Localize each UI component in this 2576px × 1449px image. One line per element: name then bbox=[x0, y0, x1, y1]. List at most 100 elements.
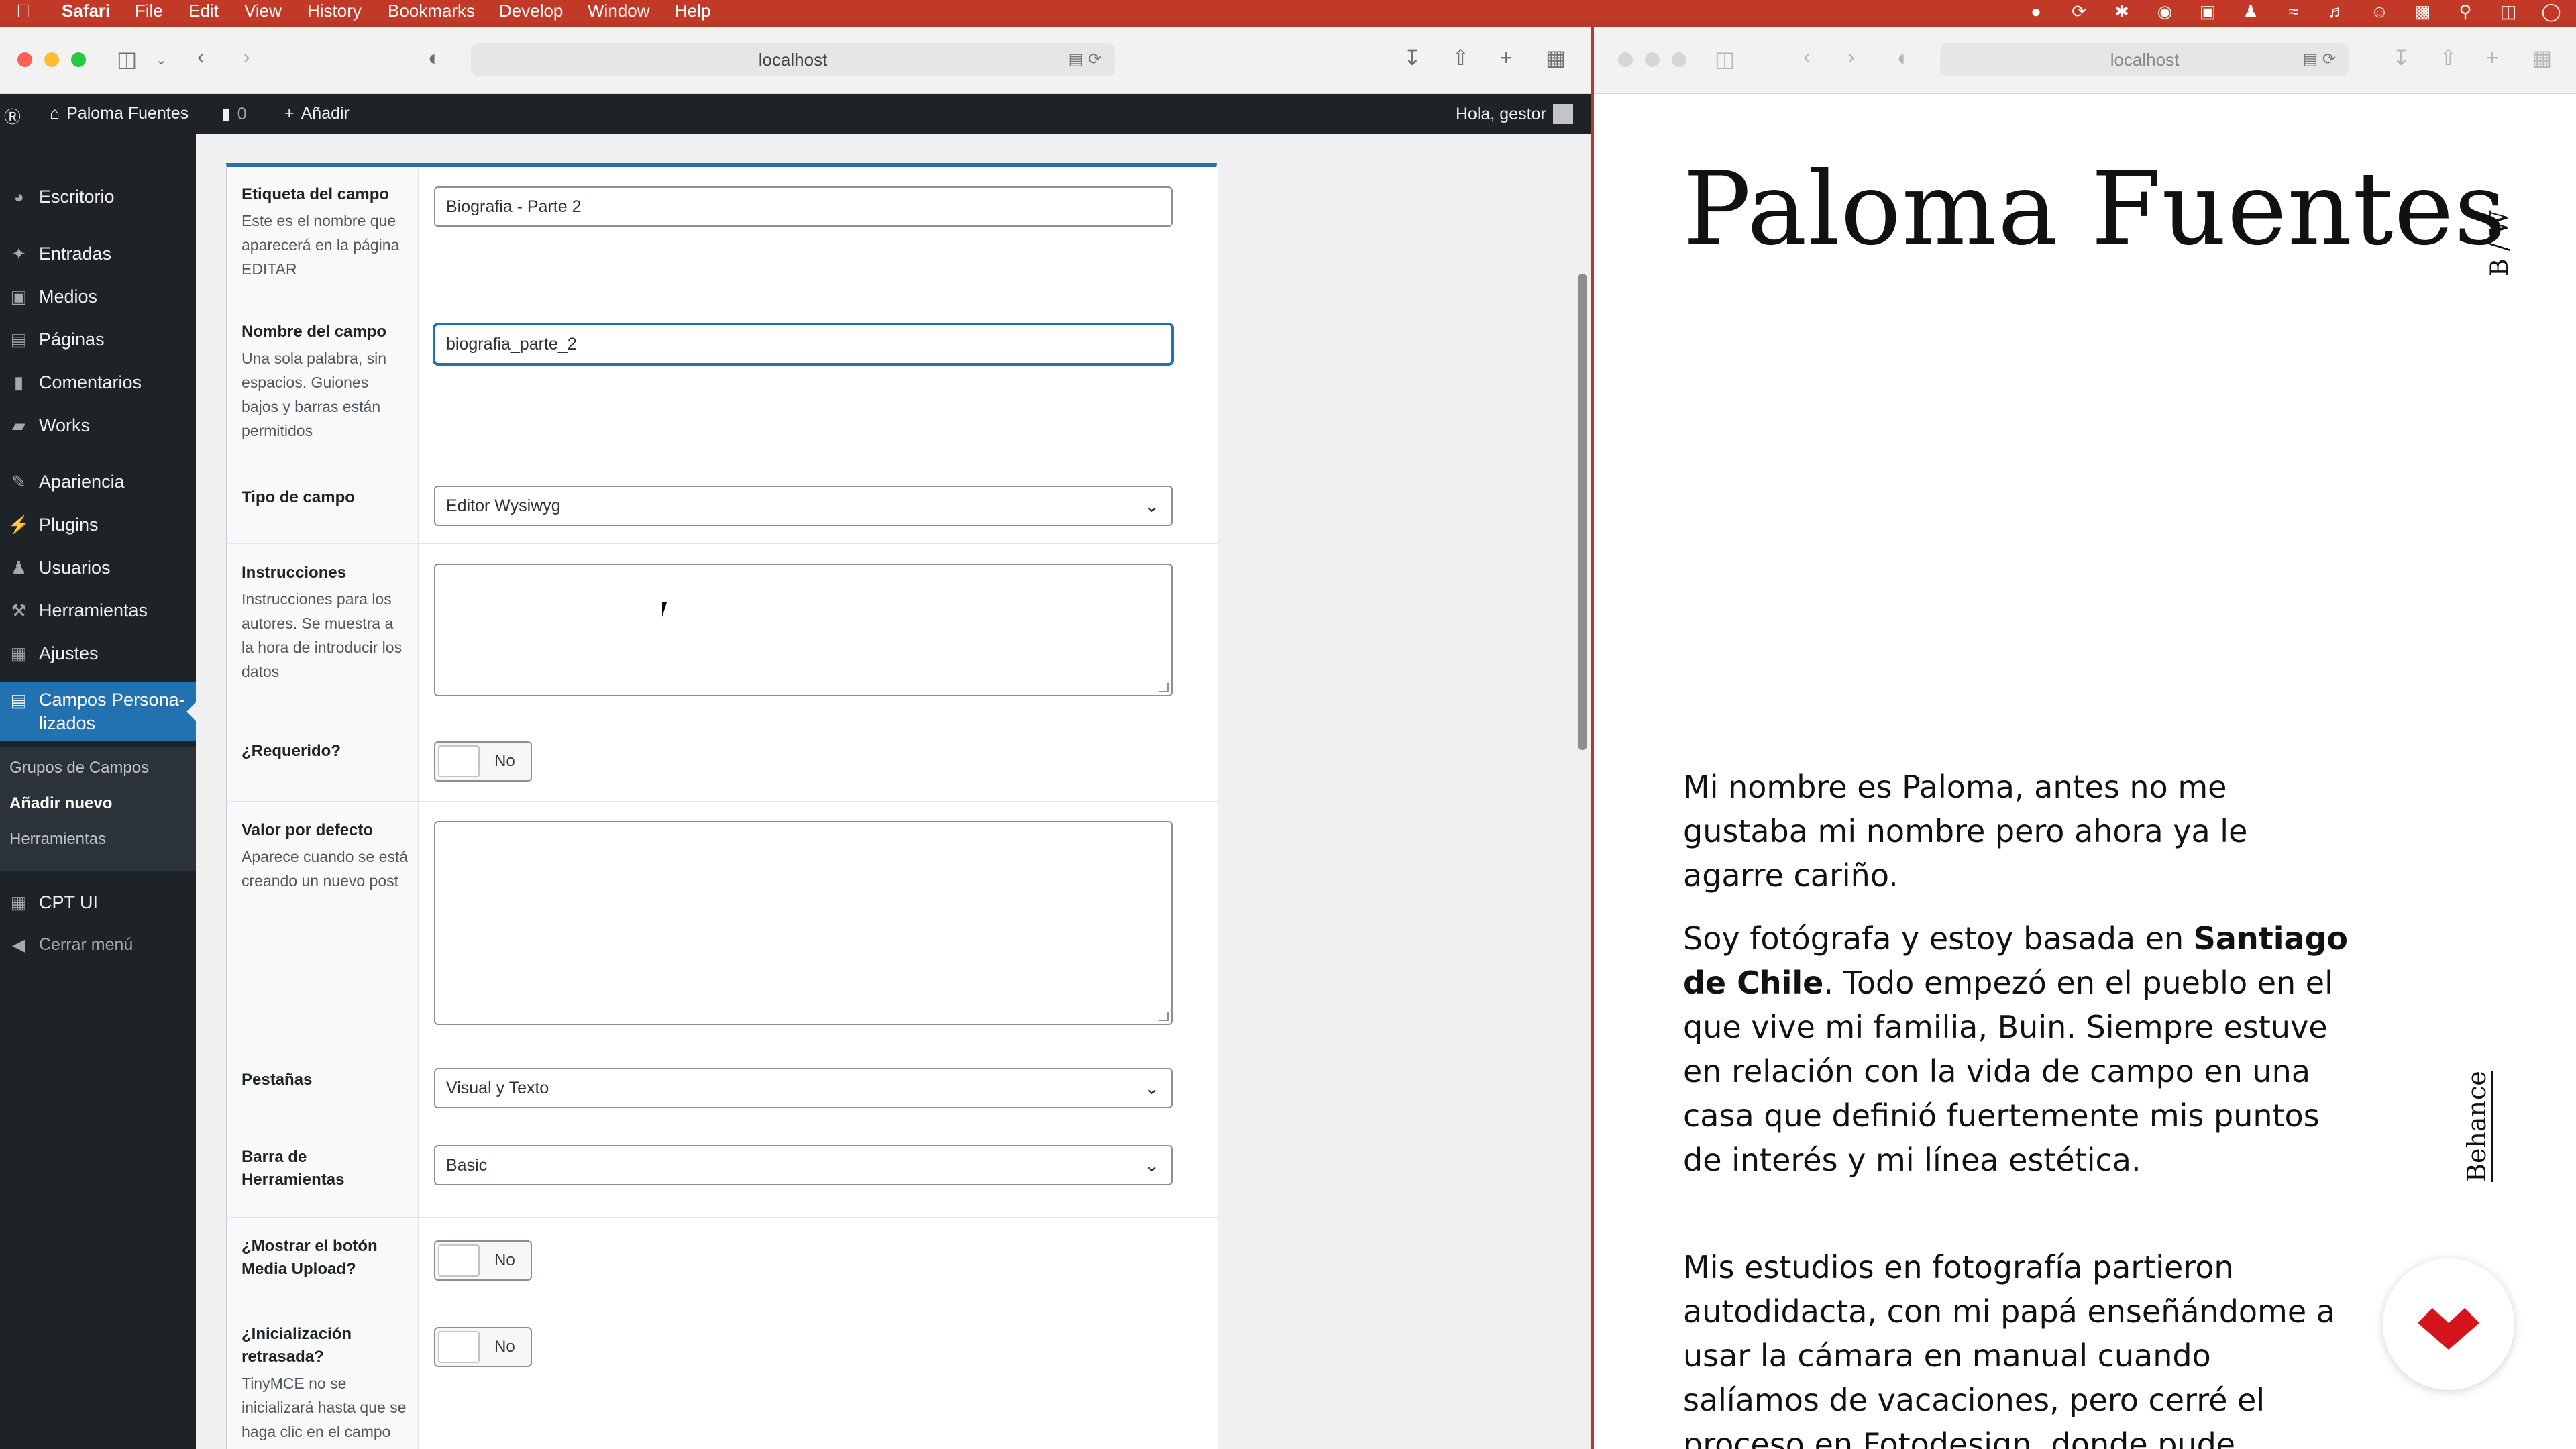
site-title[interactable]: Paloma Fuentes bbox=[1683, 151, 2506, 268]
forward-icon[interactable]: › bbox=[1847, 46, 1855, 67]
toolbar-select[interactable]: Basic ⌄ bbox=[434, 1145, 1173, 1185]
macos-menubar:  Safari File Edit View History Bookmark… bbox=[0, 0, 2576, 22]
apple-icon[interactable]:  bbox=[16, 1, 30, 22]
search-icon[interactable]: ⚲ bbox=[2455, 1, 2475, 22]
collapse-menu-button[interactable]: ◀ Cerrar menú bbox=[0, 926, 196, 963]
delay-toggle[interactable]: No bbox=[434, 1327, 532, 1367]
sidebar-item-usuarios[interactable]: ♟ Usuarios bbox=[0, 549, 196, 586]
sidebar-toggle-icon[interactable]: ◫ bbox=[117, 48, 137, 70]
media-upload-toggle[interactable]: No bbox=[434, 1240, 532, 1281]
share-icon[interactable]: ⇧ bbox=[1452, 47, 1470, 68]
sidebar-item-herramientas[interactable]: ⚒ Herramientas bbox=[0, 592, 196, 629]
cpt-icon: ▦ bbox=[10, 892, 28, 912]
volume-icon[interactable]: ♬ bbox=[2326, 1, 2347, 22]
creative-cloud-icon[interactable]: ● bbox=[2026, 1, 2046, 22]
menu-edit[interactable]: Edit bbox=[189, 1, 219, 21]
submenu-anadir-nuevo[interactable]: Añadir nuevo bbox=[9, 794, 112, 813]
menu-bookmarks[interactable]: Bookmarks bbox=[388, 1, 475, 21]
field-name-desc: Una sola palabra, sin espacios. Guiones … bbox=[241, 350, 387, 439]
back-icon[interactable]: ‹ bbox=[1803, 46, 1811, 67]
add-new-link[interactable]: + Añadir bbox=[284, 104, 350, 123]
behance-floating-button[interactable] bbox=[2383, 1258, 2514, 1390]
zoom-window-button[interactable] bbox=[71, 52, 86, 67]
comment-icon: ▮ bbox=[13, 372, 24, 392]
sidebar-item-cpt-ui[interactable]: ▦ CPT UI bbox=[0, 883, 196, 921]
sidebar-item-paginas[interactable]: ▤ Páginas bbox=[0, 321, 196, 358]
label-cell: Valor por defecto Aparece cuando se está … bbox=[227, 802, 419, 1051]
downloads-icon[interactable]: ↧ bbox=[2392, 47, 2410, 68]
chevron-down-icon[interactable]: ⌄ bbox=[156, 54, 167, 67]
close-window-button[interactable] bbox=[17, 52, 32, 67]
sidebar-item-campos-personalizados[interactable]: ▤ Campos Persona- lizados bbox=[0, 682, 196, 741]
minimize-window-button[interactable] bbox=[44, 52, 59, 67]
comments-link[interactable]: ▮ 0 bbox=[221, 104, 247, 124]
tab-overview-icon[interactable]: ▦ bbox=[2532, 47, 2552, 68]
control-center-icon[interactable]: ◫ bbox=[2498, 1, 2518, 22]
privacy-shield-icon[interactable]: ◐ bbox=[428, 47, 441, 68]
menu-file[interactable]: File bbox=[135, 1, 163, 21]
sidebar-item-escritorio[interactable]: ◕ Escritorio bbox=[0, 178, 196, 215]
zoom-window-button[interactable] bbox=[1672, 52, 1686, 67]
menu-develop[interactable]: Develop bbox=[499, 1, 563, 21]
required-toggle[interactable]: No bbox=[434, 741, 532, 782]
tab-overview-icon[interactable]: ▦ bbox=[1546, 47, 1566, 68]
site-name-link[interactable]: ⌂ Paloma Fuentes bbox=[50, 104, 189, 123]
sidebar-item-comentarios[interactable]: ▮ Comentarios bbox=[0, 364, 196, 401]
tabs-value: Visual y Texto bbox=[446, 1079, 549, 1097]
sidebar-item-apariencia[interactable]: ✎ Apariencia bbox=[0, 463, 196, 500]
menu-view[interactable]: View bbox=[244, 1, 282, 21]
field-label-input[interactable]: Biografia - Parte 2 bbox=[434, 186, 1173, 227]
default-value-textarea[interactable] bbox=[434, 821, 1173, 1025]
share-icon[interactable]: ⇧ bbox=[2439, 47, 2457, 68]
settings-icon: ▦ bbox=[10, 643, 28, 663]
sidebar-toggle-icon[interactable]: ◫ bbox=[1715, 48, 1735, 70]
downloads-icon[interactable]: ↧ bbox=[1403, 47, 1421, 68]
sidebar-item-entradas[interactable]: ✦ Entradas bbox=[0, 235, 196, 272]
menu-window[interactable]: Window bbox=[588, 1, 649, 21]
siri-icon[interactable]: ◯ bbox=[2541, 1, 2561, 22]
new-tab-icon[interactable]: + bbox=[1500, 47, 1513, 68]
privacy-shield-icon[interactable]: ◐ bbox=[1897, 47, 1910, 68]
bw-logo[interactable]: B / W bbox=[2486, 211, 2514, 276]
behance-link[interactable]: Behance bbox=[2462, 1071, 2493, 1182]
menu-history[interactable]: History bbox=[307, 1, 362, 21]
forward-icon[interactable]: › bbox=[243, 46, 250, 67]
address-bar[interactable]: localhost ▤ ⟳ bbox=[1940, 43, 2349, 76]
network-icon[interactable]: ◉ bbox=[2155, 1, 2175, 22]
instructions-textarea[interactable] bbox=[434, 564, 1173, 696]
wordpress-logo-icon[interactable]: Ⓡ bbox=[4, 104, 21, 128]
close-window-button[interactable] bbox=[1618, 52, 1633, 67]
sidebar-item-medios[interactable]: ▣ Medios bbox=[0, 278, 196, 315]
input-cell: biografia_parte_2 bbox=[419, 303, 1218, 466]
sidebar-item-ajustes[interactable]: ▦ Ajustes bbox=[0, 635, 196, 672]
new-tab-icon[interactable]: + bbox=[2486, 47, 2499, 68]
submenu-herramientas[interactable]: Herramientas bbox=[9, 830, 106, 849]
s-app-icon[interactable]: ▣ bbox=[2198, 1, 2218, 22]
page-scrollbar[interactable] bbox=[1578, 274, 1587, 750]
field-name-input[interactable]: biografia_parte_2 bbox=[434, 324, 1173, 364]
brush-icon: ✎ bbox=[11, 472, 26, 492]
reload-icon[interactable]: ▤ ⟳ bbox=[1069, 43, 1102, 76]
sync-icon[interactable]: ⟳ bbox=[2069, 1, 2089, 22]
back-icon[interactable]: ‹ bbox=[197, 46, 205, 67]
sidebar-item-works[interactable]: ▰ Works bbox=[0, 407, 196, 444]
menu-help[interactable]: Help bbox=[675, 1, 710, 21]
field-type-select[interactable]: Editor Wysiwyg ⌄ bbox=[434, 486, 1173, 526]
sidebar-item-plugins[interactable]: ⚡ Plugins bbox=[0, 506, 196, 543]
sidebar-item-label: Plugins bbox=[39, 515, 99, 535]
wifi-icon[interactable]: ≈ bbox=[2284, 1, 2304, 22]
address-bar[interactable]: localhost ▤ ⟳ bbox=[471, 43, 1115, 76]
figure-icon[interactable]: ♟ bbox=[2241, 1, 2261, 22]
account-menu[interactable]: Hola, gestor bbox=[1456, 104, 1573, 124]
tabs-select[interactable]: Visual y Texto ⌄ bbox=[434, 1068, 1173, 1108]
submenu-grupos-de-campos[interactable]: Grupos de Campos bbox=[9, 759, 149, 777]
gear-icon[interactable]: ✱ bbox=[2112, 1, 2132, 22]
keyboard-es-icon[interactable]: ▩ bbox=[2412, 1, 2432, 22]
minimize-window-button[interactable] bbox=[1645, 52, 1660, 67]
menu-app-name[interactable]: Safari bbox=[62, 1, 110, 21]
sidebar-submenu: Grupos de Campos Añadir nuevo Herramient… bbox=[0, 747, 196, 871]
reload-icon[interactable]: ▤ ⟳ bbox=[2303, 43, 2336, 76]
comments-count: 0 bbox=[237, 104, 247, 123]
instructions-desc: Instrucciones para los autores. Se muest… bbox=[241, 590, 402, 680]
user-icon[interactable]: ☺ bbox=[2369, 1, 2390, 22]
